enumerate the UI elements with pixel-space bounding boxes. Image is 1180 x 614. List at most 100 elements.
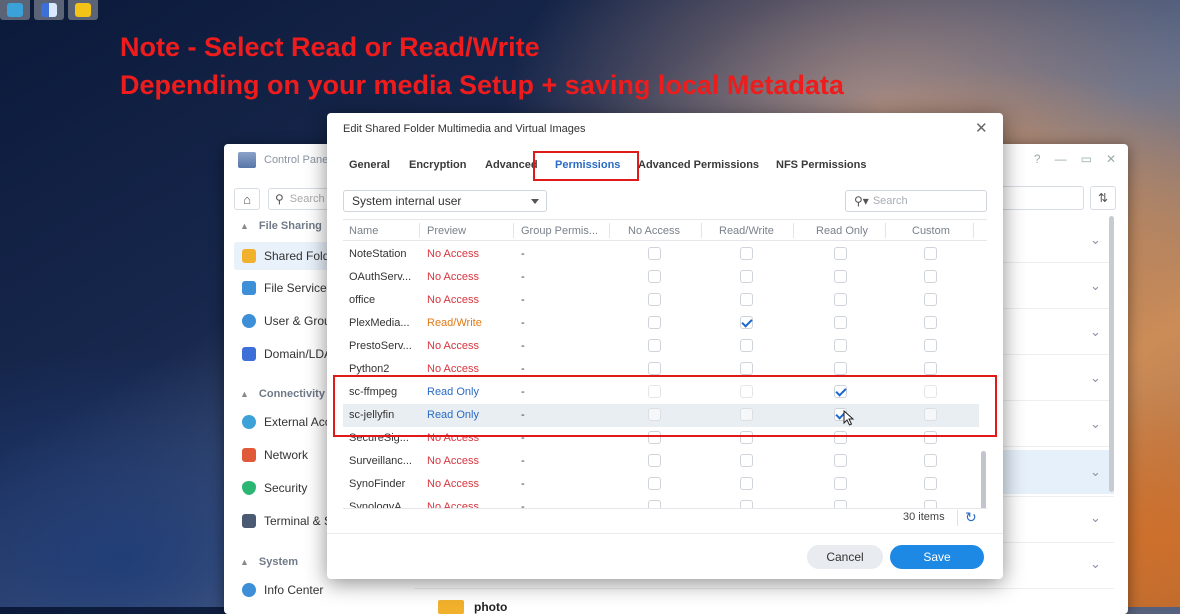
chevron-down-icon[interactable]: ⌄ <box>1090 416 1101 432</box>
read-write-checkbox[interactable] <box>740 339 753 352</box>
column-header-group-permissions[interactable]: Group Permis... <box>521 225 598 237</box>
column-divider <box>885 223 886 238</box>
folder-list-scrollbar[interactable] <box>1109 216 1114 492</box>
close-icon[interactable]: ✕ <box>1106 152 1116 166</box>
table-row[interactable]: OAuthServ... No Access - <box>343 266 979 289</box>
chevron-down-icon[interactable]: ⌄ <box>1090 370 1101 386</box>
table-row[interactable]: NoteStation No Access - <box>343 243 979 266</box>
tab-advanced-permissions[interactable]: Advanced Permissions <box>638 159 759 171</box>
read-write-checkbox[interactable] <box>740 293 753 306</box>
chevron-down-icon[interactable]: ⌄ <box>1090 556 1101 572</box>
read-only-checkbox[interactable] <box>834 316 847 329</box>
tab-advanced[interactable]: Advanced <box>485 159 538 171</box>
save-button[interactable]: Save <box>890 545 984 569</box>
sidebar-section-connectivity[interactable]: ▲ Connectivity <box>240 388 325 400</box>
read-only-checkbox[interactable] <box>834 477 847 490</box>
folder-icon <box>242 249 256 263</box>
read-write-checkbox[interactable] <box>740 316 753 329</box>
custom-checkbox[interactable] <box>924 270 937 283</box>
read-write-checkbox[interactable] <box>740 247 753 260</box>
custom-checkbox[interactable] <box>924 362 937 375</box>
no-access-checkbox[interactable] <box>648 339 661 352</box>
maximize-icon[interactable]: ▭ <box>1081 152 1092 166</box>
column-header-custom[interactable]: Custom <box>912 225 950 237</box>
tab-nfs-permissions[interactable]: NFS Permissions <box>776 159 866 171</box>
read-only-checkbox[interactable] <box>834 362 847 375</box>
custom-checkbox[interactable] <box>924 316 937 329</box>
column-header-read-only[interactable]: Read Only <box>816 225 868 237</box>
custom-checkbox[interactable] <box>924 454 937 467</box>
read-only-checkbox[interactable] <box>834 454 847 467</box>
read-write-checkbox[interactable] <box>740 270 753 283</box>
custom-checkbox[interactable] <box>924 247 937 260</box>
custom-checkbox[interactable] <box>924 339 937 352</box>
cancel-button[interactable]: Cancel <box>807 545 883 569</box>
read-only-checkbox[interactable] <box>834 247 847 260</box>
chevron-down-icon[interactable]: ⌄ <box>1090 278 1101 294</box>
table-row[interactable]: SynologyA... No Access - <box>343 496 979 509</box>
read-write-checkbox[interactable] <box>740 362 753 375</box>
no-access-checkbox[interactable] <box>648 316 661 329</box>
row-preview-status: No Access <box>427 478 479 490</box>
read-only-checkbox[interactable] <box>834 293 847 306</box>
tab-encryption[interactable]: Encryption <box>409 159 466 171</box>
items-count: 30 items <box>903 511 945 523</box>
row-preview-status: No Access <box>427 340 479 352</box>
column-header-read-write[interactable]: Read/Write <box>719 225 774 237</box>
chevron-down-icon[interactable]: ⌄ <box>1090 232 1101 248</box>
user-type-select[interactable]: System internal user <box>343 190 547 212</box>
table-row[interactable]: Surveillanc... No Access - <box>343 450 979 473</box>
custom-checkbox[interactable] <box>924 477 937 490</box>
search-icon: ⚲ <box>275 192 284 206</box>
no-access-checkbox[interactable] <box>648 477 661 490</box>
read-write-checkbox[interactable] <box>740 454 753 467</box>
sort-button[interactable]: ⇅ <box>1090 186 1116 210</box>
sidebar-search-placeholder: Search <box>289 193 325 205</box>
custom-checkbox[interactable] <box>924 293 937 306</box>
user-group-icon <box>242 314 256 328</box>
app-icon-1[interactable] <box>0 0 30 20</box>
column-header-name[interactable]: Name <box>349 225 378 237</box>
chevron-down-icon[interactable]: ⌄ <box>1090 464 1101 480</box>
read-write-checkbox[interactable] <box>740 500 753 508</box>
no-access-checkbox[interactable] <box>648 454 661 467</box>
home-button[interactable]: ⌂ <box>234 188 260 210</box>
read-only-checkbox[interactable] <box>834 339 847 352</box>
minimize-icon[interactable]: — <box>1055 152 1067 166</box>
sidebar-section-file-sharing[interactable]: ▲ File Sharing <box>240 220 322 232</box>
tab-general[interactable]: General <box>349 159 390 171</box>
no-access-checkbox[interactable] <box>648 500 661 508</box>
help-icon[interactable]: ? <box>1034 152 1041 166</box>
read-write-checkbox[interactable] <box>740 477 753 490</box>
permission-search-input[interactable]: ⚲▾ Search <box>845 190 987 212</box>
row-preview-status: No Access <box>427 501 479 509</box>
chevron-down-icon[interactable]: ⌄ <box>1090 510 1101 526</box>
external-access-icon <box>242 415 256 429</box>
sidebar-item-info-center[interactable]: Info Center <box>234 576 414 604</box>
read-only-checkbox[interactable] <box>834 500 847 508</box>
taskbar <box>0 0 98 22</box>
close-icon[interactable]: ✕ <box>975 119 988 137</box>
custom-checkbox[interactable] <box>924 500 937 508</box>
table-row[interactable]: PlexMedia... Read/Write - <box>343 312 979 335</box>
no-access-checkbox[interactable] <box>648 362 661 375</box>
row-name: Python2 <box>349 363 390 375</box>
table-row[interactable]: office No Access - <box>343 289 979 312</box>
app-icon-2[interactable] <box>34 0 64 20</box>
table-row[interactable]: PrestoServ... No Access - <box>343 335 979 358</box>
no-access-checkbox[interactable] <box>648 247 661 260</box>
row-preview-status: No Access <box>427 248 479 260</box>
column-header-no-access[interactable]: No Access <box>628 225 680 237</box>
app-icon-3[interactable] <box>68 0 98 20</box>
chevron-down-icon[interactable]: ⌄ <box>1090 324 1101 340</box>
table-scrollbar[interactable] <box>981 451 986 508</box>
column-header-preview[interactable]: Preview <box>427 225 466 237</box>
table-row[interactable]: SynoFinder No Access - <box>343 473 979 496</box>
no-access-checkbox[interactable] <box>648 270 661 283</box>
refresh-icon[interactable]: ↻ <box>965 509 977 526</box>
no-access-checkbox[interactable] <box>648 293 661 306</box>
column-divider <box>513 223 514 238</box>
read-only-checkbox[interactable] <box>834 270 847 283</box>
sidebar-section-system[interactable]: ▲ System <box>240 556 298 568</box>
folder-row-photo[interactable]: photo <box>438 600 507 614</box>
